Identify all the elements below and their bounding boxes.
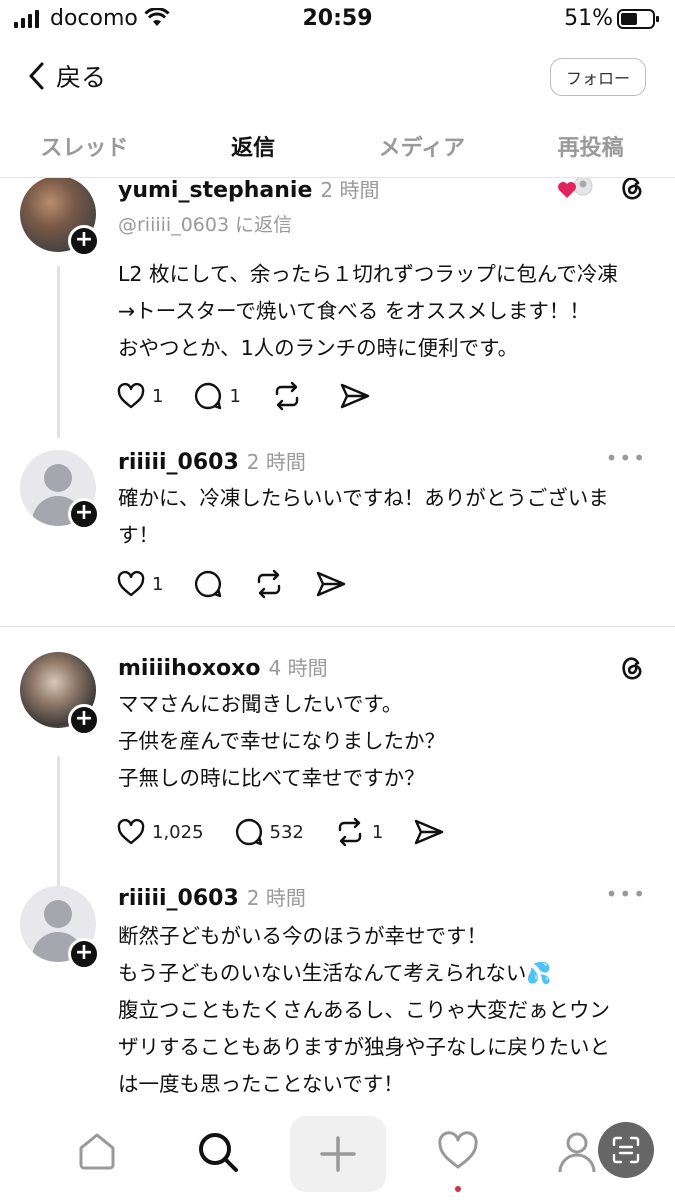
tab-media[interactable]: メディア [338,112,507,178]
repost-icon [275,381,299,411]
thread-line [57,266,60,438]
follow-plus-icon[interactable]: + [68,225,100,257]
search-tab[interactable] [196,1130,240,1178]
tab-reposts[interactable]: 再投稿 [506,112,675,178]
share-button[interactable] [413,818,445,846]
scan-button[interactable] [598,1122,654,1178]
post-time: 2 時間 [246,886,306,910]
post-body: 断然子どもがいる今のほうが幸せです！ もう子どものいない生活なんて考えられない💦… [118,918,648,1098]
post-line: 子供を産んで幸せになりましたか？ [118,729,445,753]
post-line: す！ [118,523,159,547]
post-line: 断然子どもがいる今のほうが幸せです！ [118,924,487,948]
bottom-nav [0,1108,675,1200]
post-username[interactable]: riiiii_0603 2 時間 [118,446,306,475]
like-count: 1 [152,385,164,407]
tab-replies[interactable]: 返信 [169,112,338,178]
notification-dot [455,1186,461,1192]
home-tab[interactable] [76,1130,118,1176]
post-username[interactable]: yumi_stephanie 2 時間 [118,178,379,203]
like-button[interactable]: 1,025 [116,818,204,846]
follow-plus-icon[interactable]: + [68,938,100,970]
follow-plus-icon[interactable]: + [68,498,100,530]
comment-icon [235,818,262,846]
repost-count: 1 [371,821,384,843]
post-line: 子無しの時に比べて幸せですか？ [118,766,425,790]
more-options-icon[interactable]: ••• [606,882,647,906]
like-button[interactable]: 1 [116,382,163,410]
status-bar: docomo 20:59 51% [0,0,675,40]
reply-button[interactable]: 532 [234,817,304,847]
heart-icon [117,382,145,409]
profile-tab[interactable] [556,1130,598,1178]
share-button[interactable] [315,570,347,598]
post-actions: 1,025 532 1 [116,814,475,850]
send-icon [317,571,346,597]
send-icon [340,383,370,409]
like-count: 1 [152,573,164,595]
reply-to-label[interactable]: @riiiii_0603 に返信 [118,210,292,237]
compose-button[interactable] [290,1116,386,1192]
post-line: 腹立つこともたくさんあるし、こりゃ大変だぁとウン [118,998,610,1022]
post-time: 2 時間 [246,450,306,474]
heart-icon [117,818,145,845]
nav-bar: 戻る フォロー [0,50,675,106]
post-body: ママさんにお聞きしたいです。 子供を産んで幸せになりましたか？ 子無しの時に比べ… [118,686,648,797]
like-count: 1,025 [152,821,204,843]
comment-icon [195,570,222,598]
search-icon [199,1133,238,1172]
repost-icon [338,817,362,847]
profile-tabs: スレッド 返信 メディア 再投稿 [0,112,675,178]
follow-plus-icon[interactable]: + [68,704,100,736]
reply-button[interactable]: 1 [193,381,241,411]
post-line: ザリすることもありますが独身や子なしに戻りたいと [118,1035,610,1059]
home-icon [79,1133,115,1170]
battery-icon [617,8,661,34]
post-actions: 1 1 [116,378,401,414]
reply-count: 532 [269,821,304,843]
replies-feed[interactable]: + yumi_stephanie 2 時間 @riiiii_0603 に返信 L2… [0,178,675,1098]
person-icon [558,1132,596,1173]
back-button[interactable]: 戻る [28,58,106,94]
post-time: 4 時間 [268,656,328,680]
post-body: L2 枚にして、余ったら１切れずつラップに包んで冷凍 →トースターで焼いて食べる… [118,256,648,367]
repost-icon [258,569,281,599]
post-line: L2 枚にして、余ったら１切れずつラップに包んで冷凍 [118,262,618,286]
liked-by-avatars [555,178,595,204]
heart-icon [117,570,145,597]
repost-button[interactable] [253,569,285,599]
post-line: おやつとか、1人のランチの時に便利です。 [118,336,519,360]
more-options-icon[interactable]: ••• [606,446,647,470]
follow-button[interactable]: フォロー [550,58,646,96]
reply-count: 1 [229,385,241,407]
reply-button[interactable] [193,569,223,599]
post-line: →トースターで焼いて食べる をオススメします！！ [118,299,590,323]
post-line: ママさんにお聞きしたいです。 [118,692,403,716]
activity-tab[interactable] [436,1130,480,1176]
post-username[interactable]: riiiii_0603 2 時間 [118,882,306,911]
threads-logo-icon[interactable] [619,654,645,686]
post-username[interactable]: miiiihoxoxo 4 時間 [118,652,328,681]
post-actions: 1 [116,566,377,602]
send-icon [415,819,444,845]
chevron-left-icon [29,62,44,90]
scan-icon [612,1136,640,1164]
battery-percent: 51% [564,6,613,31]
back-label: 戻る [56,63,107,92]
post-body: 確かに、冷凍したらいいですね！ありがとうございま す！ [118,480,648,554]
liked-heart-icon [558,178,593,198]
repost-button[interactable]: 1 [334,817,383,847]
comment-icon [195,382,222,410]
share-button[interactable] [339,382,371,410]
post-line: は一度も思ったことないです！ [118,1072,404,1096]
like-button[interactable]: 1 [116,570,163,598]
threads-logo-icon[interactable] [619,178,645,206]
thread-divider [0,626,675,627]
heart-icon [438,1131,478,1169]
repost-button[interactable] [271,381,309,411]
post-time: 2 時間 [320,178,380,202]
plus-icon [320,1136,356,1172]
post-line: 確かに、冷凍したらいいですね！ありがとうございま [118,486,609,510]
post-line: もう子どものいない生活なんて考えられない💦 [118,961,552,985]
tab-threads[interactable]: スレッド [0,112,169,178]
